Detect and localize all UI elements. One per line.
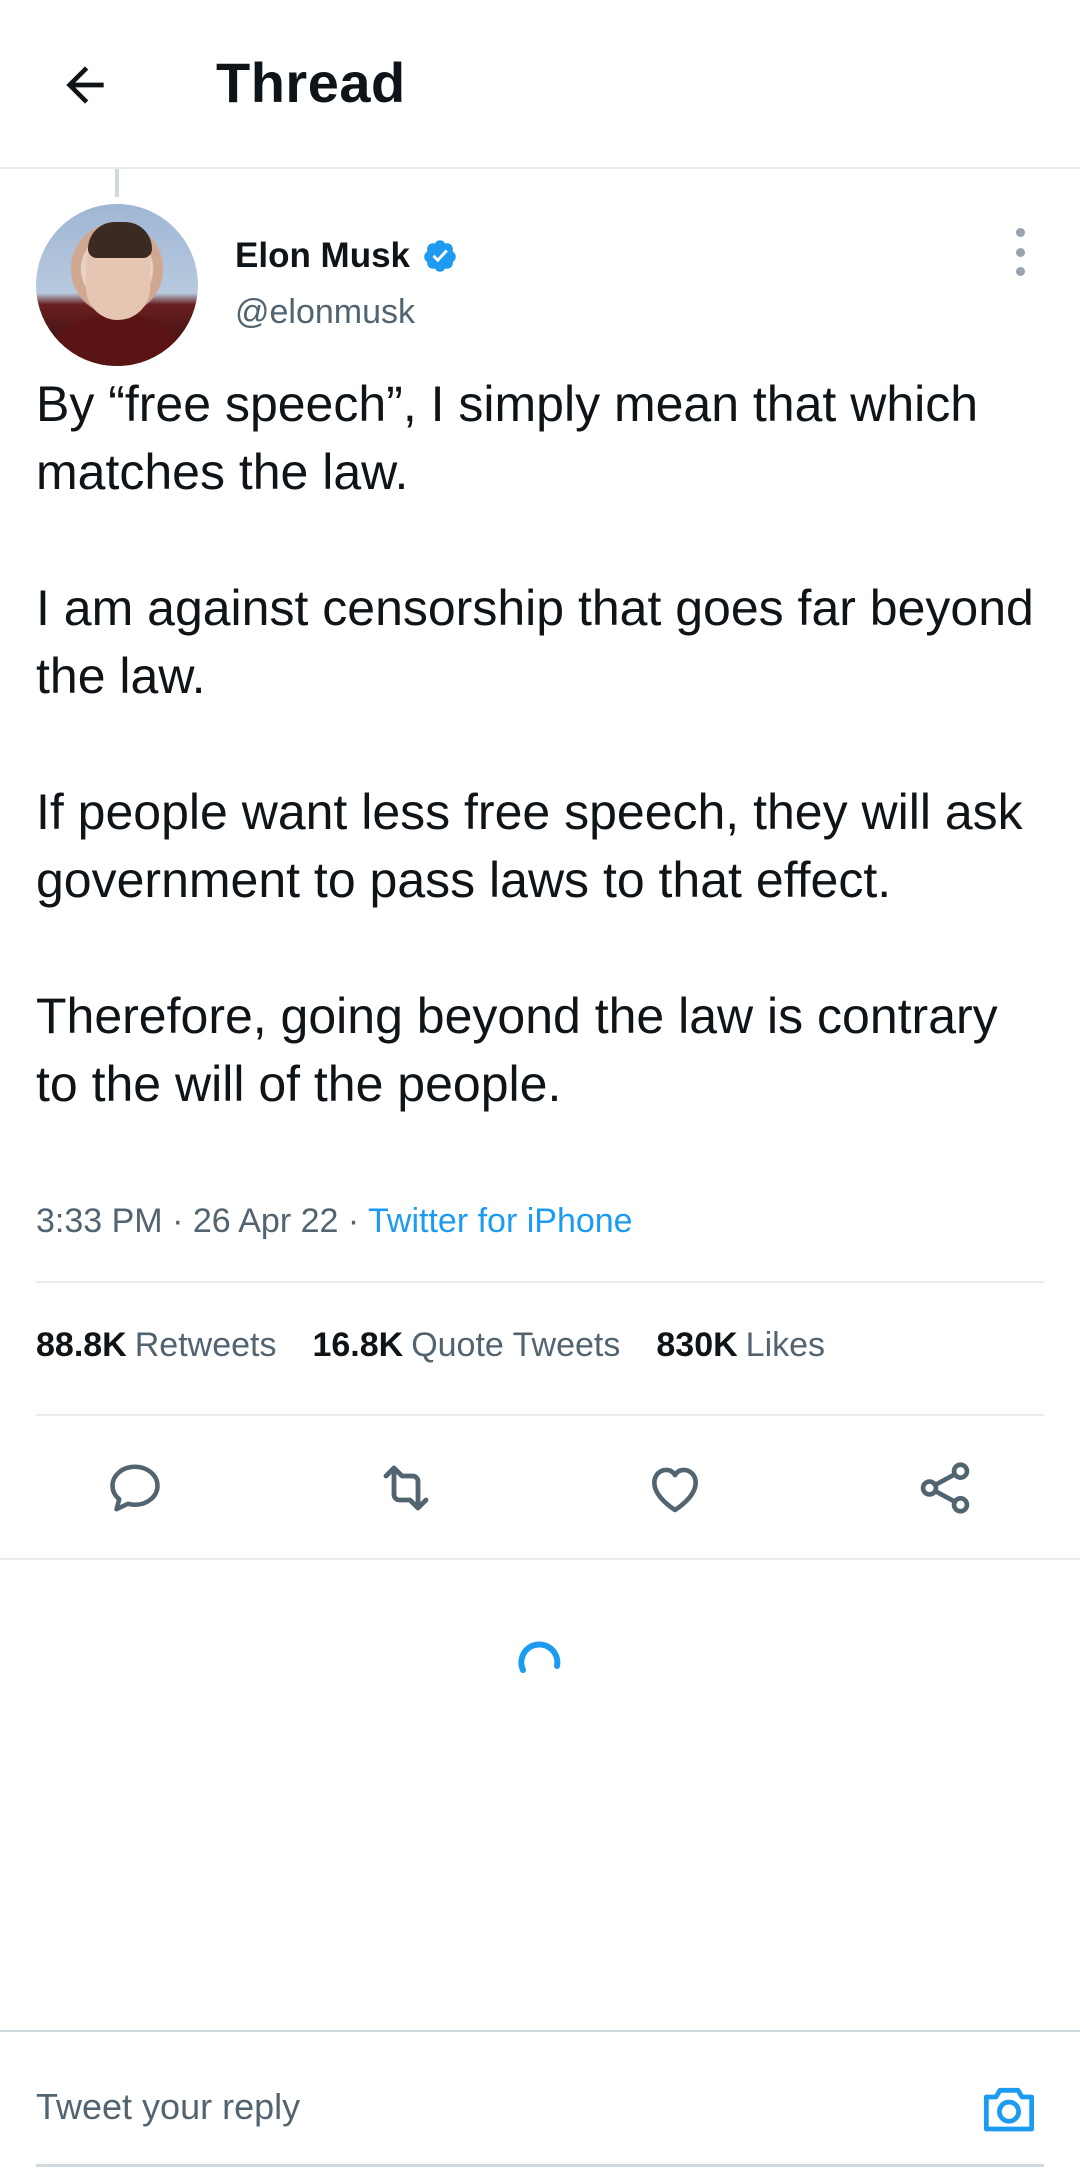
author-handle[interactable]: @elonmusk bbox=[235, 293, 415, 332]
camera-button[interactable] bbox=[974, 2074, 1044, 2144]
camera-icon bbox=[983, 2087, 1035, 2132]
tweet-paragraph: Therefore, going beyond the law is contr… bbox=[36, 988, 998, 1112]
verified-badge-icon bbox=[424, 240, 456, 272]
reply-button[interactable] bbox=[97, 1450, 173, 1526]
tweet-date: 26 Apr 22 bbox=[192, 1202, 339, 1240]
arrow-left-icon bbox=[66, 66, 104, 104]
like-button[interactable] bbox=[637, 1450, 713, 1526]
divider bbox=[36, 1281, 1044, 1283]
thread-connector-line bbox=[115, 169, 119, 197]
more-options-button[interactable] bbox=[1000, 228, 1040, 276]
divider bbox=[0, 1558, 1080, 1560]
reply-icon bbox=[110, 1464, 160, 1512]
reply-composer-bar: Tweet your reply bbox=[0, 2030, 1080, 2181]
author-name-text: Elon Musk bbox=[235, 236, 411, 275]
tweet-stats: 88.8K Retweets 16.8K Quote Tweets 830K Like… bbox=[36, 1326, 825, 1365]
like-icon bbox=[652, 1467, 698, 1513]
back-button[interactable] bbox=[45, 45, 125, 125]
divider bbox=[36, 1414, 1044, 1416]
loading-spinner-icon bbox=[518, 1641, 561, 1673]
tweet-paragraph: I am against censorship that goes far be… bbox=[36, 580, 1034, 704]
top-app-bar: Thread bbox=[0, 0, 1080, 169]
author-name[interactable]: Elon Musk bbox=[235, 236, 458, 276]
tweet-meta: 3:33 PM · 26 Apr 22 · Twitter for iPhone bbox=[36, 1202, 633, 1240]
tweet-paragraph: If people want less free speech, they wi… bbox=[36, 784, 1023, 908]
retweet-button[interactable] bbox=[368, 1450, 444, 1526]
retweets-stat[interactable]: 88.8K Retweets bbox=[36, 1326, 276, 1365]
tweet-time: 3:33 PM bbox=[36, 1202, 163, 1240]
tweet-paragraph: By “free speech”, I simply mean that whi… bbox=[36, 376, 979, 500]
retweet-icon bbox=[383, 1465, 429, 1511]
page-title: Thread bbox=[216, 51, 406, 114]
thread-screen: Thread Elon Musk @elonmusk By “free spee… bbox=[0, 0, 1080, 2181]
reply-input[interactable]: Tweet your reply bbox=[36, 2086, 300, 2128]
reply-input-underline bbox=[36, 2164, 1044, 2167]
tweet-text: By “free speech”, I simply mean that whi… bbox=[36, 370, 1046, 1118]
tweet-actions-bar bbox=[0, 1418, 1080, 1558]
more-dots-icon bbox=[1015, 228, 1025, 237]
quote-tweets-stat[interactable]: 16.8K Quote Tweets bbox=[312, 1326, 620, 1365]
share-icon bbox=[920, 1462, 970, 1514]
likes-stat[interactable]: 830K Likes bbox=[656, 1326, 825, 1365]
avatar[interactable] bbox=[36, 204, 198, 366]
share-button[interactable] bbox=[907, 1450, 983, 1526]
tweet-source-link[interactable]: Twitter for iPhone bbox=[368, 1202, 633, 1240]
